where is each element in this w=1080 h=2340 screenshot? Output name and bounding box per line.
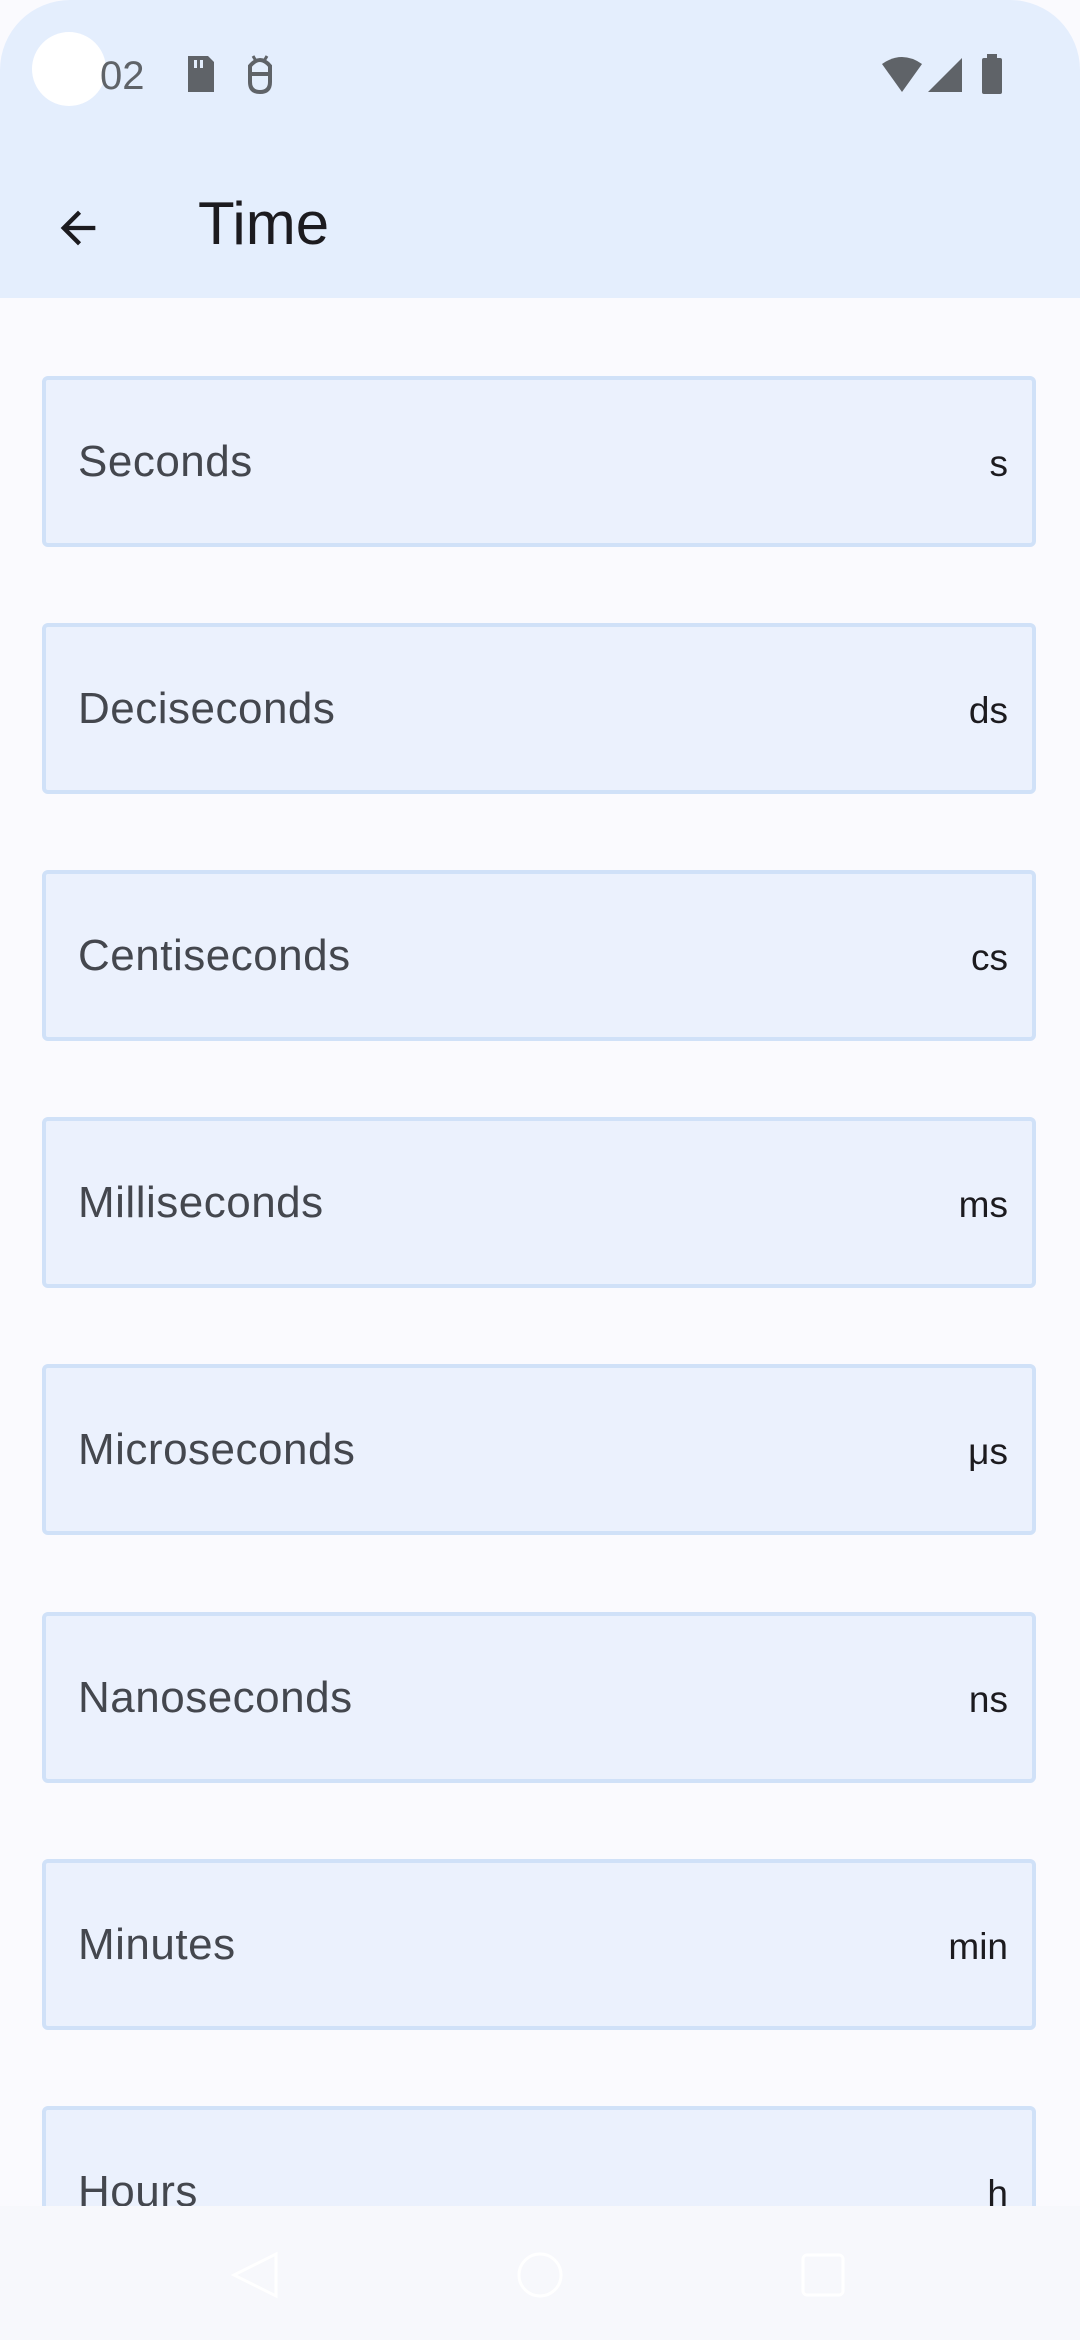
system-nav-bar (0, 2206, 1080, 2340)
back-triangle-icon[interactable] (230, 2250, 280, 2300)
unit-symbol: ds (968, 689, 1008, 731)
page-title: Time (198, 190, 330, 257)
app-bar: Time (0, 150, 1080, 298)
recents-square-icon[interactable] (798, 2250, 848, 2300)
back-button[interactable] (36, 186, 120, 270)
unit-name: Milliseconds (78, 1177, 324, 1227)
unit-symbol: μs (968, 1430, 1008, 1472)
cell-signal-icon (928, 58, 962, 92)
unit-symbol: s (989, 442, 1009, 484)
home-circle-icon[interactable] (515, 2250, 565, 2300)
unit-symbol: h (987, 2172, 1008, 2206)
unit-name: Nanoseconds (78, 1672, 353, 1722)
battery-icon (982, 54, 1002, 94)
unit-symbol: ms (958, 1183, 1008, 1225)
camera-cutout (32, 32, 106, 106)
status-bar: 02 (0, 0, 1080, 150)
unit-name: Centiseconds (78, 930, 351, 980)
unit-name: Minutes (78, 1919, 236, 1969)
unit-card-deciseconds[interactable]: Deciseconds ds (42, 623, 1036, 794)
unit-card-minutes[interactable]: Minutes min (42, 1859, 1036, 2030)
top-app-area: 02 Time (0, 0, 1080, 298)
wifi-icon (882, 57, 922, 92)
android-debug-icon (248, 55, 272, 95)
unit-name: Deciseconds (78, 683, 336, 733)
unit-card-milliseconds[interactable]: Milliseconds ms (42, 1117, 1036, 1288)
arrow-back-icon (60, 210, 96, 246)
sd-card-icon (188, 56, 214, 92)
unit-name: Microseconds (78, 1424, 356, 1474)
unit-card-centiseconds[interactable]: Centiseconds cs (42, 870, 1036, 1041)
unit-card-seconds[interactable]: Seconds s (42, 376, 1036, 547)
status-time: 02 (100, 54, 145, 98)
unit-symbol: ns (968, 1678, 1008, 1720)
unit-card-hours[interactable]: Hours h (42, 2106, 1036, 2206)
unit-card-nanoseconds[interactable]: Nanoseconds ns (42, 1612, 1036, 1783)
unit-name: Seconds (78, 436, 253, 486)
unit-symbol: min (948, 1925, 1008, 1967)
unit-list[interactable]: Seconds s Deciseconds ds Centiseconds cs… (0, 298, 1080, 2206)
unit-name: Hours (78, 2166, 198, 2207)
unit-card-microseconds[interactable]: Microseconds μs (42, 1364, 1036, 1535)
unit-symbol: cs (971, 936, 1008, 978)
